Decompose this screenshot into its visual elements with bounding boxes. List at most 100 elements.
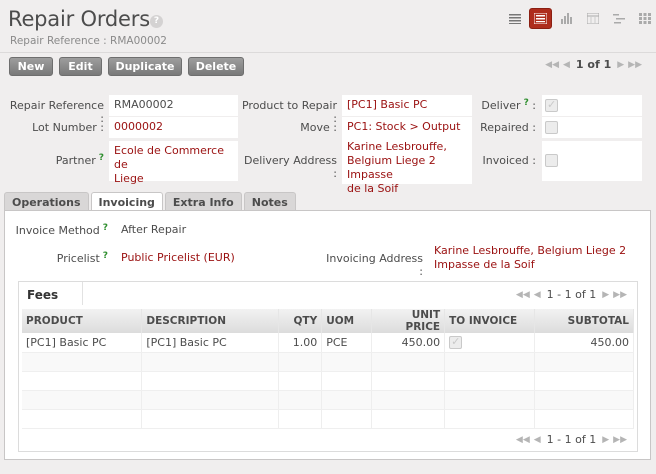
delete-button[interactable]: Delete: [188, 57, 244, 76]
invoiced-checkbox[interactable]: [545, 154, 558, 167]
help-icon[interactable]: ?: [150, 15, 163, 28]
invoicing-address-line-1: Karine Lesbrouffe, Belgium Liege 2: [434, 244, 627, 257]
duplicate-button[interactable]: Duplicate: [108, 57, 182, 76]
deliver-label: Deliver? :: [481, 98, 536, 112]
fees-previous-icon-bottom[interactable]: ◀: [534, 435, 541, 445]
cell-subtotal: 450.00: [534, 333, 634, 353]
kanban-view-icon[interactable]: [633, 8, 656, 29]
list-view-icon[interactable]: [503, 8, 526, 29]
fees-pager-value-bottom: 1 - 1 of 1: [546, 433, 597, 446]
move-label: Move :: [300, 121, 337, 134]
fees-pager-top: ◀◀ ◀ 1 - 1 of 1 ▶ ▶▶: [516, 288, 627, 301]
delivery-address-line-1: Karine Lesbrouffe,: [347, 140, 447, 153]
invoice-method-label: Invoice Method?: [8, 223, 108, 237]
deliver-checkbox[interactable]: [545, 98, 558, 112]
header: Repair Orders ? Repair Reference : RMA00…: [0, 0, 656, 52]
column-header-qty[interactable]: QTY: [278, 309, 323, 333]
pricelist-field[interactable]: Public Pricelist (EUR): [116, 248, 321, 269]
invoiced-label: Invoiced :: [482, 154, 536, 167]
partner-field[interactable]: Ecole de Commerce de Liege: [109, 141, 238, 185]
column-header-subtotal[interactable]: SUBTOTAL: [534, 309, 634, 333]
partner-line-2: Liege: [114, 172, 144, 185]
pricelist-label-text: Pricelist: [56, 252, 100, 265]
cell-qty: 1.00: [278, 333, 323, 353]
deliver-label-text: Deliver: [481, 99, 521, 112]
fees-last-icon-bottom[interactable]: ▶▶: [613, 435, 627, 445]
repair-reference-field[interactable]: RMA00002: [109, 95, 238, 116]
graph-view-icon[interactable]: [555, 8, 578, 29]
record-pager: ◀◀ ◀ 1 of 1 ▶ ▶▶: [545, 58, 642, 71]
gantt-view-icon[interactable]: [607, 8, 630, 29]
to-invoice-checkbox[interactable]: [449, 335, 463, 350]
table-row[interactable]: [PC1] Basic PC [PC1] Basic PC 1.00 PCE 4…: [22, 333, 634, 353]
previous-record-icon[interactable]: ◀: [563, 60, 570, 70]
partner-tooltip-icon[interactable]: ?: [99, 153, 104, 163]
invoice-method-field[interactable]: After Repair: [116, 221, 636, 241]
empty-row: [22, 352, 634, 372]
view-switcher: [503, 8, 656, 29]
pricelist-tooltip-icon[interactable]: ?: [103, 251, 108, 261]
deliver-tooltip-icon[interactable]: ?: [524, 98, 529, 108]
tab-extra-info[interactable]: Extra Info: [164, 192, 242, 211]
fees-first-icon-bottom[interactable]: ◀◀: [516, 435, 530, 445]
product-to-repair-field[interactable]: [PC1] Basic PC: [342, 95, 472, 116]
next-record-icon[interactable]: ▶: [617, 60, 624, 70]
delivery-address-label: Delivery Address :: [244, 154, 337, 180]
column-header-to-invoice[interactable]: TO INVOICE: [444, 309, 536, 333]
partner-label-text: Partner: [55, 154, 96, 167]
pricelist-label: Pricelist?: [8, 251, 108, 265]
invoice-method-tooltip-icon[interactable]: ?: [103, 223, 108, 233]
column-header-description[interactable]: DESCRIPTION: [141, 309, 280, 333]
lot-number-field[interactable]: 0000002: [109, 117, 238, 138]
delivery-address-line-3: de la Soif: [347, 182, 399, 195]
cell-unit-price: 450.00: [371, 333, 446, 353]
fees-pager-bottom: ◀◀ ◀ 1 - 1 of 1 ▶ ▶▶: [516, 433, 627, 446]
column-header-uom[interactable]: UOM: [321, 309, 373, 333]
last-record-icon[interactable]: ▶▶: [628, 60, 642, 70]
invoicing-address-line-2: Impasse de la Soif: [434, 258, 535, 271]
edit-button[interactable]: Edit: [59, 57, 102, 76]
invoicing-address-label: Invoicing Address :: [326, 252, 423, 278]
cell-to-invoice: [444, 333, 536, 353]
cell-product: [PC1] Basic PC: [22, 333, 143, 353]
page-title: Repair Orders: [8, 7, 150, 31]
fees-next-icon[interactable]: ▶: [602, 290, 609, 300]
lot-number-label: Lot Number :: [32, 121, 104, 134]
new-button[interactable]: New: [9, 57, 53, 76]
empty-row: [22, 409, 634, 429]
move-field[interactable]: PC1: Stock > Output: [342, 117, 472, 138]
calendar-view-icon[interactable]: [581, 8, 604, 29]
empty-row: [22, 390, 634, 410]
invoicing-address-field[interactable]: Karine Lesbrouffe, Belgium Liege 2 Impas…: [429, 242, 641, 276]
fees-next-icon-bottom[interactable]: ▶: [602, 435, 609, 445]
cell-uom: PCE: [321, 333, 373, 353]
fees-last-icon[interactable]: ▶▶: [613, 290, 627, 300]
delivery-address-field[interactable]: Karine Lesbrouffe, Belgium Liege 2 Impas…: [342, 138, 472, 195]
empty-row: [22, 371, 634, 391]
invoice-method-label-text: Invoice Method: [15, 224, 100, 237]
partner-line-1: Ecole de Commerce de: [114, 144, 224, 171]
fees-first-icon[interactable]: ◀◀: [516, 290, 530, 300]
tab-notes[interactable]: Notes: [243, 192, 296, 211]
fees-table: PRODUCT DESCRIPTION QTY UOM UNIT PRICE T…: [22, 309, 634, 429]
fees-pager-value: 1 - 1 of 1: [546, 288, 597, 301]
pager-value: 1 of 1: [575, 58, 612, 71]
form-view-icon[interactable]: [529, 8, 552, 29]
notebook-tabs: Operations Invoicing Extra Info Notes: [4, 192, 296, 212]
toolbar: New Edit Duplicate Delete: [9, 57, 244, 76]
fees-title: Fees: [27, 288, 59, 302]
tab-invoicing[interactable]: Invoicing: [90, 192, 163, 212]
breadcrumb: Repair Reference : RMA00002: [10, 35, 167, 47]
repaired-checkbox[interactable]: [545, 121, 558, 134]
first-record-icon[interactable]: ◀◀: [545, 60, 559, 70]
cell-description: [PC1] Basic PC: [141, 333, 280, 353]
header-divider: [0, 52, 656, 53]
partner-label: Partner?: [6, 153, 104, 167]
delivery-address-line-2: Belgium Liege 2 Impasse: [347, 154, 436, 181]
column-header-product[interactable]: PRODUCT: [22, 309, 143, 333]
repaired-label: Repaired :: [480, 121, 536, 134]
fees-previous-icon[interactable]: ◀: [534, 290, 541, 300]
tab-operations[interactable]: Operations: [4, 192, 89, 211]
column-header-unit-price[interactable]: UNIT PRICE: [371, 309, 446, 333]
fees-list: Fees ◀◀ ◀ 1 - 1 of 1 ▶ ▶▶ PRODUCT DESCRI…: [18, 281, 638, 452]
